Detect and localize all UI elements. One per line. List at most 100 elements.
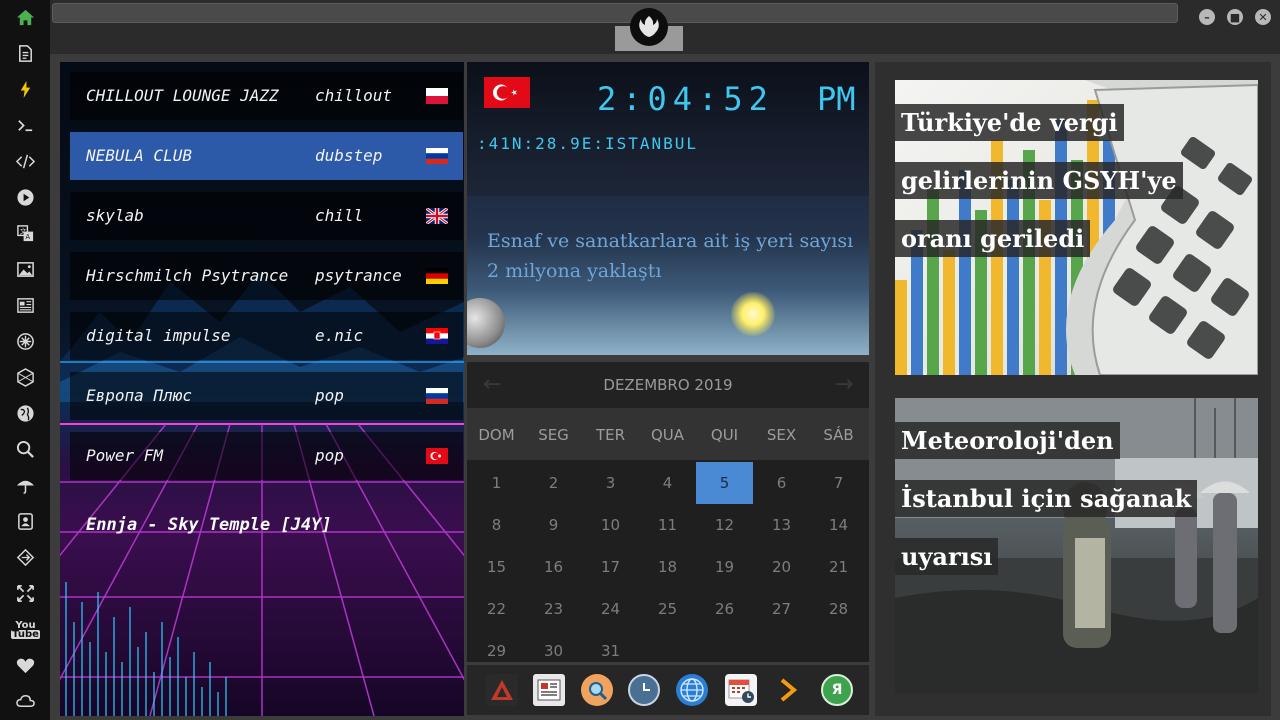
clock-time: 2:04:52 — [597, 80, 774, 118]
calendar-day[interactable]: 25 — [639, 588, 696, 630]
station-row[interactable]: skylab chill — [70, 192, 463, 240]
yandex-icon[interactable]: Я — [821, 674, 853, 706]
globe-icon[interactable] — [676, 674, 708, 706]
calendar-day[interactable]: 28 — [810, 588, 867, 630]
weekday-label: SEX — [766, 426, 797, 444]
news-icon[interactable] — [15, 295, 36, 316]
rebel-emblem-icon[interactable] — [630, 8, 668, 46]
calendar-day[interactable]: 20 — [753, 546, 810, 588]
calendar-day[interactable]: 14 — [810, 504, 867, 546]
station-row[interactable]: digital impulse e.nic — [70, 312, 463, 360]
weekday-label: SEG — [538, 426, 569, 444]
news-card[interactable]: Türkiye'de vergi gelirlerinin GSYH'ye or… — [895, 80, 1258, 375]
app-launcher-icon[interactable] — [486, 674, 518, 706]
umbrella-icon[interactable] — [15, 475, 36, 496]
minimize-icon[interactable]: – — [1199, 9, 1215, 25]
radio-panel: CHILLOUT LOUNGE JAZZ chillout NEBULA CLU… — [60, 62, 464, 716]
calendar-day[interactable]: 1 — [468, 462, 525, 504]
gear-icon[interactable] — [15, 331, 36, 352]
moon-icon — [467, 298, 505, 348]
calendar-day[interactable]: 27 — [753, 588, 810, 630]
search-icon[interactable] — [15, 439, 36, 460]
calendar-day[interactable]: 21 — [810, 546, 867, 588]
weekday-label: SÁB — [823, 426, 854, 444]
station-genre: chillout — [315, 86, 393, 105]
calendar-day[interactable]: 7 — [810, 462, 867, 504]
svg-text:A: A — [26, 233, 31, 241]
station-row[interactable]: Hirschmilch Psytrance psytrance — [70, 252, 463, 300]
station-row[interactable]: Power FM pop — [70, 432, 463, 480]
calendar-day[interactable]: 26 — [696, 588, 753, 630]
calendar-day[interactable]: 22 — [468, 588, 525, 630]
calendar-day[interactable]: 18 — [639, 546, 696, 588]
news-ticker-headline[interactable]: Esnaf ve sanatkarlara ait iş yeri sayısı… — [487, 226, 857, 286]
calendar-day[interactable]: 9 — [525, 504, 582, 546]
calendar-day[interactable]: 19 — [696, 546, 753, 588]
forward-icon[interactable] — [772, 674, 804, 706]
news-card[interactable]: Meteoroloji'den İstanbul için sağanak uy… — [895, 398, 1258, 693]
calendar-day[interactable]: 10 — [582, 504, 639, 546]
app-sidebar: 文A You Tube — [0, 0, 50, 720]
station-row[interactable]: Европа Плюс pop — [70, 372, 463, 420]
calendar-next-button[interactable]: → — [835, 372, 853, 397]
hexagon-icon[interactable] — [15, 367, 36, 388]
app-dock: Я — [467, 665, 869, 715]
news-headline-text: Türkiye'de vergi gelirlerinin GSYH'ye or… — [895, 104, 1183, 257]
station-row[interactable]: NEBULA CLUB dubstep — [70, 132, 463, 180]
globe-icon[interactable] — [15, 403, 36, 424]
clock-ampm: PM — [817, 80, 856, 118]
lightning-icon[interactable] — [15, 79, 36, 100]
calendar-day[interactable]: 13 — [753, 504, 810, 546]
close-icon[interactable]: ✕ — [1255, 9, 1271, 25]
uk-flag-icon — [426, 208, 448, 224]
maximize-icon[interactable]: ■ — [1227, 9, 1243, 25]
russia-flag-icon — [426, 148, 448, 164]
calendar-icon[interactable] — [725, 674, 757, 706]
terminal-icon[interactable] — [15, 115, 36, 136]
contact-icon[interactable] — [15, 511, 36, 532]
station-genre: chill — [315, 206, 364, 225]
calendar-day[interactable]: 15 — [468, 546, 525, 588]
weekday-label: QUA — [650, 426, 685, 444]
document-icon[interactable] — [15, 43, 36, 64]
now-playing-title: Ennja - Sky Temple [J4Y] — [86, 515, 332, 535]
station-genre: pop — [315, 446, 344, 465]
calendar-day[interactable]: 8 — [468, 504, 525, 546]
news-headline-text: Meteoroloji'den İstanbul için sağanak uy… — [895, 422, 1198, 575]
search-icon[interactable] — [581, 674, 613, 706]
expand-icon[interactable] — [15, 583, 36, 604]
youtube-icon[interactable]: You Tube — [11, 619, 40, 640]
home-icon[interactable] — [15, 7, 36, 28]
calendar-day[interactable]: 24 — [582, 588, 639, 630]
news-headline: Türkiye'de vergi gelirlerinin GSYH'ye or… — [895, 94, 1195, 268]
calendar-day[interactable]: 4 — [639, 462, 696, 504]
calendar-day[interactable]: 16 — [525, 546, 582, 588]
station-genre: psytrance — [315, 266, 402, 285]
calendar-day[interactable]: 12 — [696, 504, 753, 546]
turkey-flag-icon — [426, 448, 448, 464]
address-bar[interactable] — [52, 3, 1178, 23]
calendar-day[interactable]: 2 — [525, 462, 582, 504]
calendar-day[interactable]: 11 — [639, 504, 696, 546]
station-name: NEBULA CLUB — [86, 146, 192, 165]
cloud-icon[interactable] — [15, 691, 36, 712]
heart-icon[interactable] — [15, 655, 36, 676]
calendar-day[interactable]: 17 — [582, 546, 639, 588]
calendar-day[interactable]: 6 — [753, 462, 810, 504]
calendar-day[interactable]: 3 — [582, 462, 639, 504]
station-row[interactable]: CHILLOUT LOUNGE JAZZ chillout — [70, 72, 463, 120]
play-icon[interactable] — [15, 187, 36, 208]
share-icon[interactable] — [15, 547, 36, 568]
calendar-weekday-row: DOM SEG TER QUA QUI SEX SÁB — [467, 408, 869, 460]
turkey-flag-icon — [484, 77, 530, 108]
youtube-tube-glyph: Tube — [11, 628, 40, 640]
clock-icon[interactable] — [628, 674, 660, 706]
translate-icon[interactable]: 文A — [15, 223, 36, 244]
newspaper-icon[interactable] — [533, 674, 565, 706]
station-name: Hirschmilch Psytrance — [86, 266, 289, 285]
calendar-day[interactable]: 23 — [525, 588, 582, 630]
image-icon[interactable] — [15, 259, 36, 280]
code-icon[interactable] — [15, 151, 36, 172]
calendar-day-today[interactable]: 5 — [696, 462, 753, 504]
station-name: CHILLOUT LOUNGE JAZZ — [86, 86, 279, 105]
